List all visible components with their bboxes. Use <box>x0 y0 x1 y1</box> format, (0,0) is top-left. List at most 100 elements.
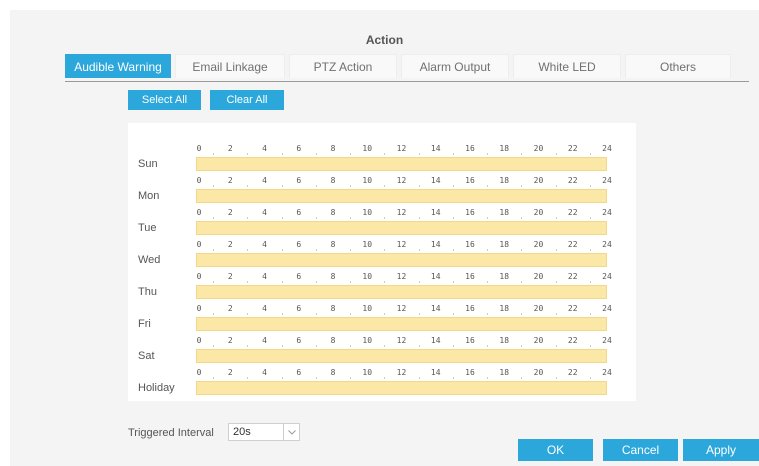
hour-tick-label: 14 <box>430 144 441 153</box>
hour-scale: 0 2 4 6 8 10 12 14 16 18 20 22 24 <box>196 368 612 379</box>
hour-tick-mark <box>213 313 215 315</box>
hour-tick-mark <box>281 217 283 219</box>
hour-tick-label: 20 <box>533 368 544 377</box>
hour-tick-label: 2 <box>227 176 233 185</box>
hour-tick-label: 12 <box>396 240 407 249</box>
hour-tick-mark <box>487 281 489 283</box>
ok-button[interactable]: OK <box>518 439 593 461</box>
hour-tick-mark <box>247 217 249 219</box>
day-label-sun: Sun <box>138 158 158 170</box>
hour-tick-label: 20 <box>533 304 544 313</box>
hour-tick-mark <box>350 153 352 155</box>
hour-tick-label: 4 <box>262 304 267 313</box>
hour-tick-label: 24 <box>602 272 612 281</box>
hour-tick-mark <box>281 185 283 187</box>
hour-tick-mark <box>418 345 420 347</box>
hour-tick-mark <box>213 249 215 251</box>
hour-tick-mark <box>452 345 454 347</box>
hour-tick-label: 12 <box>396 272 407 281</box>
hour-tick-label: 6 <box>296 176 302 185</box>
tab-email-linkage[interactable]: Email Linkage <box>175 54 285 78</box>
hour-tick-label: 14 <box>430 176 441 185</box>
hour-tick-label: 24 <box>602 336 612 345</box>
schedule-bar-wed[interactable] <box>196 253 607 267</box>
hour-tick-label: 22 <box>567 304 578 313</box>
hour-tick-label: 0 <box>196 240 202 249</box>
hour-tick-label: 10 <box>362 304 373 313</box>
hour-tick-mark <box>213 185 215 187</box>
schedule-bar-sun[interactable] <box>196 157 607 171</box>
hour-tick-mark <box>521 249 523 251</box>
schedule-bar-holiday[interactable] <box>196 381 607 395</box>
hour-tick-mark <box>521 217 523 219</box>
hour-tick-label: 0 <box>196 144 202 153</box>
hour-tick-mark <box>452 249 454 251</box>
hour-tick-mark <box>487 153 489 155</box>
hour-tick-label: 6 <box>296 368 302 377</box>
tab-others[interactable]: Others <box>625 54 731 78</box>
apply-button[interactable]: Apply <box>683 439 759 461</box>
hour-tick-mark <box>589 217 591 219</box>
hour-tick-label: 2 <box>227 304 233 313</box>
hour-tick-mark <box>281 345 283 347</box>
hour-tick-mark <box>213 345 215 347</box>
hour-tick-label: 20 <box>533 176 544 185</box>
tab-audible-warning[interactable]: Audible Warning <box>65 54 171 78</box>
hour-tick-label: 16 <box>465 336 475 345</box>
tab-bar: Audible Warning Email Linkage PTZ Action… <box>65 54 731 78</box>
hour-tick-mark <box>281 153 283 155</box>
hour-tick-label: 22 <box>567 368 578 377</box>
hour-tick-mark <box>384 153 386 155</box>
triggered-interval-value: 20s <box>233 426 251 438</box>
hour-tick-mark <box>247 313 249 315</box>
hour-tick-mark <box>213 377 215 379</box>
hour-tick-label: 8 <box>330 176 336 185</box>
hour-tick-mark <box>589 281 591 283</box>
hour-tick-mark <box>384 217 386 219</box>
hour-tick-label: 10 <box>362 240 373 249</box>
hour-tick-mark <box>555 185 557 187</box>
hour-tick-label: 12 <box>396 144 407 153</box>
hour-tick-mark <box>281 249 283 251</box>
hour-tick-label: 8 <box>330 272 336 281</box>
hour-tick-mark <box>521 313 523 315</box>
hour-tick-mark <box>247 153 249 155</box>
schedule-bar-mon[interactable] <box>196 189 607 203</box>
schedule-bar-fri[interactable] <box>196 317 607 331</box>
hour-tick-label: 10 <box>362 176 373 185</box>
schedule-bar-sat[interactable] <box>196 349 607 363</box>
hour-tick-mark <box>315 217 317 219</box>
hour-tick-label: 20 <box>533 336 544 345</box>
hour-tick-label: 0 <box>196 208 202 217</box>
schedule-bar-tue[interactable] <box>196 221 607 235</box>
hour-tick-mark <box>418 217 420 219</box>
hour-tick-mark <box>589 345 591 347</box>
hour-tick-label: 22 <box>567 240 578 249</box>
triggered-interval-select[interactable]: 20s <box>228 423 300 441</box>
hour-tick-label: 0 <box>196 304 202 313</box>
hour-tick-label: 8 <box>330 208 336 217</box>
triggered-interval-label: Triggered Interval <box>128 427 214 439</box>
hour-tick-mark <box>452 281 454 283</box>
hour-tick-label: 20 <box>533 272 544 281</box>
hour-tick-label: 10 <box>362 368 373 377</box>
tab-white-led[interactable]: White LED <box>513 54 621 78</box>
hour-tick-label: 18 <box>499 208 510 217</box>
tab-ptz-action[interactable]: PTZ Action <box>289 54 397 78</box>
hour-tick-mark <box>315 249 317 251</box>
hour-tick-mark <box>452 185 454 187</box>
hour-tick-mark <box>555 345 557 347</box>
hour-tick-mark <box>452 153 454 155</box>
clear-all-button[interactable]: Clear All <box>210 90 284 110</box>
hour-tick-label: 4 <box>262 272 267 281</box>
cancel-button[interactable]: Cancel <box>603 439 678 461</box>
hour-tick-mark <box>384 377 386 379</box>
select-all-button[interactable]: Select All <box>128 90 201 110</box>
tab-alarm-output[interactable]: Alarm Output <box>401 54 509 78</box>
hour-tick-label: 18 <box>499 368 510 377</box>
day-label-sat: Sat <box>138 350 155 362</box>
hour-tick-label: 16 <box>465 368 475 377</box>
hour-tick-mark <box>384 281 386 283</box>
hour-tick-mark <box>247 281 249 283</box>
schedule-bar-thu[interactable] <box>196 285 607 299</box>
